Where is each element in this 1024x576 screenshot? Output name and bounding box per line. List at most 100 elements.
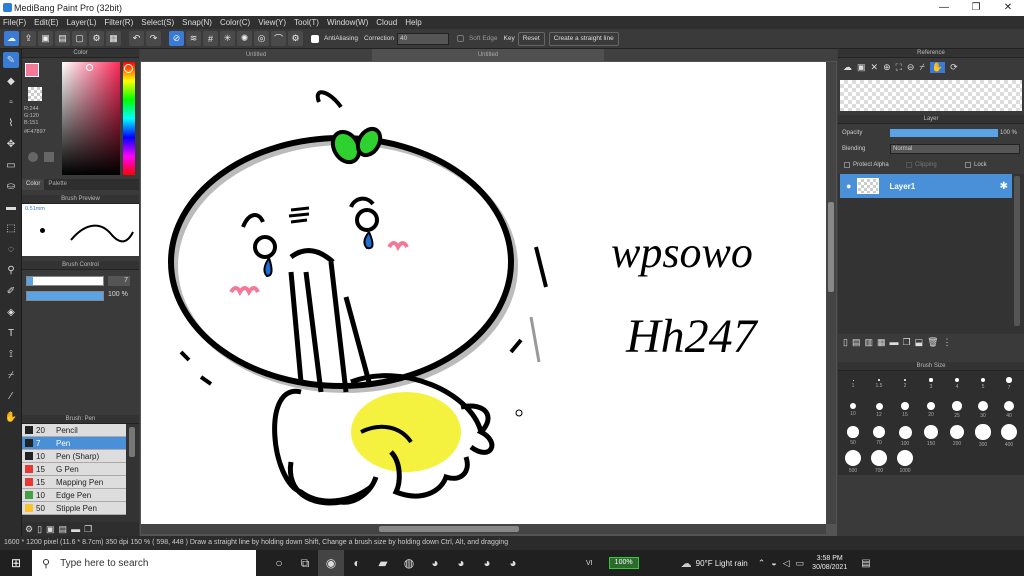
- select-tool-icon[interactable]: ⬚: [3, 220, 19, 236]
- chrome-icon-2[interactable]: ◕: [448, 550, 474, 576]
- grid-icon[interactable]: ▦: [106, 31, 121, 46]
- ref-fit-icon[interactable]: ⛶: [896, 62, 902, 73]
- move-tool-icon[interactable]: ✥: [3, 136, 19, 152]
- antialiasing-checkbox[interactable]: [311, 34, 319, 43]
- tab-document-1[interactable]: Untitled: [140, 49, 372, 61]
- brush-size-cell[interactable]: 15: [892, 397, 918, 423]
- brush-menu-icon[interactable]: ▣: [46, 524, 55, 535]
- shape-tool-icon[interactable]: ▭: [3, 157, 19, 173]
- page-icon[interactable]: ▤: [55, 31, 70, 46]
- dot-tool-icon[interactable]: ▫: [3, 94, 19, 110]
- snap-parallel-icon[interactable]: ≋: [186, 31, 201, 46]
- menu-snap[interactable]: Snap(N): [182, 18, 212, 27]
- ref-open-icon[interactable]: ▣: [857, 62, 866, 73]
- snap-off-icon[interactable]: ⊘: [169, 31, 184, 46]
- brush-size-cell[interactable]: 200: [944, 423, 970, 449]
- brush-size-cell[interactable]: 70: [866, 423, 892, 449]
- new-8bit-layer-icon[interactable]: ▥: [864, 337, 873, 348]
- upload-icon[interactable]: ⇪: [21, 31, 36, 46]
- lasso-tool-icon[interactable]: ◌: [3, 241, 19, 257]
- language-indicator[interactable]: VI: [586, 560, 593, 567]
- blending-select[interactable]: Normal: [890, 144, 1020, 154]
- chrome-icon-1[interactable]: ◕: [422, 550, 448, 576]
- vertical-scroll-thumb[interactable]: [828, 202, 834, 292]
- brush-size-cell[interactable]: 3: [918, 371, 944, 397]
- select-eraser-icon[interactable]: ◈: [3, 304, 19, 320]
- select-pen-tool-icon[interactable]: ✐: [3, 283, 19, 299]
- zalo-icon[interactable]: ◍: [396, 550, 422, 576]
- volume-icon[interactable]: ◁: [783, 558, 790, 569]
- brush-list-item[interactable]: 7 Pen: [22, 437, 126, 450]
- tab-color[interactable]: Color: [22, 179, 45, 190]
- tab-palette[interactable]: Palette: [44, 179, 71, 190]
- settings-icon[interactable]: ⚙: [89, 31, 104, 46]
- clipping-checkbox[interactable]: [906, 162, 912, 168]
- layer-settings-icon[interactable]: ✱: [1000, 181, 1008, 192]
- correction-select[interactable]: 40: [396, 32, 449, 45]
- menu-color[interactable]: Color(C): [220, 18, 250, 27]
- brush-size-cell[interactable]: 1000: [892, 449, 918, 475]
- duplicate-layer-icon[interactable]: ❐: [903, 337, 911, 348]
- ref-zoom-out-icon[interactable]: ⊖: [907, 62, 915, 73]
- snap-crisscross-icon[interactable]: ✳: [220, 31, 235, 46]
- brush-duplicate-icon[interactable]: ❐: [84, 524, 92, 535]
- foreground-color-swatch[interactable]: [25, 63, 39, 77]
- ref-rotate-icon[interactable]: ⟳: [950, 62, 958, 73]
- save-icon[interactable]: ▣: [38, 31, 53, 46]
- tray-chevron-icon[interactable]: ⌃: [758, 558, 766, 569]
- create-straight-line-button[interactable]: Create a straight line: [548, 31, 619, 46]
- redo-icon[interactable]: ↷: [146, 31, 161, 46]
- menu-file[interactable]: File(F): [3, 18, 26, 27]
- merge-layer-icon[interactable]: ⬓: [915, 337, 924, 348]
- vertical-scrollbar[interactable]: [826, 62, 836, 524]
- eraser-tool-icon[interactable]: ◆: [3, 73, 19, 89]
- clock[interactable]: 3:58 PM 30/08/2021: [812, 554, 847, 572]
- brush-size-cell[interactable]: 25: [944, 397, 970, 423]
- ref-hand-icon[interactable]: ✋: [929, 61, 946, 73]
- network-icon[interactable]: ◒: [771, 558, 776, 568]
- brush-tool-icon[interactable]: ✎: [3, 52, 19, 68]
- notification-icon[interactable]: ▤: [861, 558, 870, 569]
- bucket-tool-icon[interactable]: ⛀: [3, 178, 19, 194]
- task-view-icon[interactable]: ○: [266, 550, 292, 576]
- ref-close-icon[interactable]: ✕: [871, 62, 879, 73]
- brush-size-cell[interactable]: 5: [970, 371, 996, 397]
- taskbar-search[interactable]: ⚲ Type here to search: [32, 550, 256, 576]
- eyedropper-tool-icon[interactable]: ⌿: [3, 367, 19, 383]
- maximize-button[interactable]: ❐: [960, 0, 992, 16]
- color-wheel-icon[interactable]: [28, 152, 38, 162]
- brush-size-slider[interactable]: [26, 276, 104, 286]
- brush-list-item[interactable]: 15 G Pen: [22, 463, 126, 476]
- brush-size-cell[interactable]: 2: [892, 371, 918, 397]
- eyedropper2-icon[interactable]: ⁄: [3, 388, 19, 404]
- undo-icon[interactable]: ↶: [129, 31, 144, 46]
- reset-button[interactable]: Reset: [517, 31, 545, 46]
- menu-help[interactable]: Help: [405, 18, 421, 27]
- brush-size-cell[interactable]: 100: [892, 423, 918, 449]
- hand-tool-icon[interactable]: ✋: [3, 409, 19, 425]
- brush-folder-icon[interactable]: ▬: [71, 524, 80, 534]
- brush-copy-icon[interactable]: ▤: [59, 524, 68, 535]
- snap-circle-icon[interactable]: ◎: [254, 31, 269, 46]
- brush-size-cell[interactable]: 400: [996, 423, 1022, 449]
- ref-zoom-in-icon[interactable]: ⊕: [883, 62, 891, 73]
- snap-curve-icon[interactable]: ⌒: [271, 31, 286, 46]
- chrome-icon-4[interactable]: ◕: [500, 550, 526, 576]
- brush-size-cell[interactable]: 500: [840, 449, 866, 475]
- brush-size-cell[interactable]: 4: [944, 371, 970, 397]
- ref-eyedropper-icon[interactable]: ⌿: [919, 62, 924, 73]
- brush-opacity-slider[interactable]: [26, 291, 104, 301]
- minimize-button[interactable]: —: [928, 0, 960, 16]
- layer-menu-icon[interactable]: ⋮: [943, 337, 952, 348]
- brush-list-item[interactable]: 10 Pen (Sharp): [22, 450, 126, 463]
- layer-item[interactable]: ● Layer1 ✱: [840, 174, 1012, 198]
- keyboard-icon[interactable]: ▭: [796, 558, 805, 569]
- brush-size-cell[interactable]: 1.5: [866, 371, 892, 397]
- tab-document-2[interactable]: Untitled: [372, 49, 604, 61]
- cloud-icon[interactable]: ☁: [4, 31, 19, 46]
- brush-size-cell[interactable]: 30: [970, 397, 996, 423]
- menu-layer[interactable]: Layer(L): [67, 18, 97, 27]
- layer-folder-icon[interactable]: ▬: [890, 337, 899, 347]
- brush-size-cell[interactable]: 1: [840, 371, 866, 397]
- new-halftone-layer-icon[interactable]: ▤: [852, 337, 861, 348]
